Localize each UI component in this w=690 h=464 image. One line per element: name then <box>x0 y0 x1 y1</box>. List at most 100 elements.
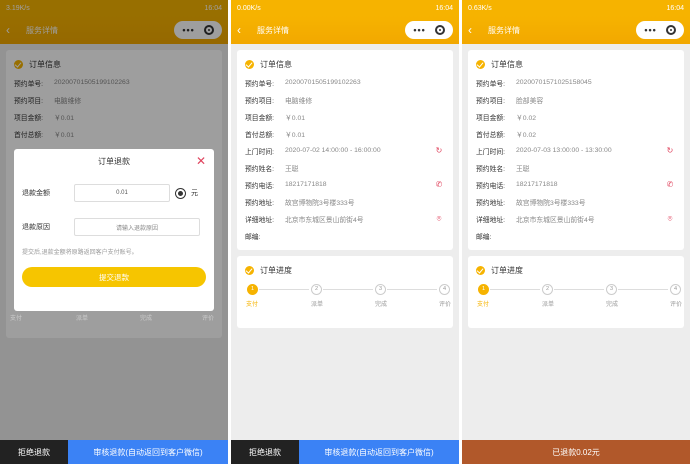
label: 预约单号: <box>476 80 506 88</box>
label: 预约电话: <box>476 182 506 190</box>
row-phone: 预约电话: 18217171818 ✆ <box>245 176 445 193</box>
progress-connector <box>554 289 604 290</box>
row-address: 预约地址: 故宫博物院3号楼333号 <box>245 193 445 210</box>
row-name: 预约姓名: 王聪 <box>245 159 445 176</box>
chevron-left-icon[interactable]: ‹ <box>468 23 482 37</box>
mini-program-capsule: ••• <box>405 21 453 39</box>
order-progress-card: 订单进度 1 2 3 4 支付 派单 完成 评价 <box>237 256 453 328</box>
row-phone: 预约电话: 18217171818 ✆ <box>476 176 676 193</box>
label: 预约项目: <box>476 97 506 105</box>
label: 上门时间: <box>245 148 275 156</box>
network-speed: 0.63K/s <box>468 4 492 12</box>
row-zip: 邮编: <box>476 227 676 244</box>
row-name: 预约姓名: 王聪 <box>476 159 676 176</box>
value: 2020-07-02 14:00:00 - 16:00:00 <box>285 147 381 154</box>
value: 北京市东城区景山前街4号 <box>285 216 364 224</box>
check-circle-icon <box>476 265 485 275</box>
reject-refund-button[interactable]: 拒绝退款 <box>231 440 299 464</box>
card-title: 订单进度 <box>260 265 292 275</box>
page-title: 服务详情 <box>257 25 289 35</box>
refunded-status-button[interactable]: 已退款0.02元 <box>462 440 690 464</box>
progress-label: 评价 <box>202 316 215 322</box>
approve-refund-button[interactable]: 审核退款(自动返回到客户微信) <box>299 440 459 464</box>
row-detail-address: 详细地址: 北京市东城区景山前街4号 ⌾ <box>476 210 676 227</box>
label: 首付总额: <box>245 131 275 139</box>
row-address: 预约地址: 故宫博物院3号楼333号 <box>476 193 676 210</box>
label: 预约地址: <box>245 199 275 207</box>
nav-bar: ‹ 服务详情 ••• <box>462 16 690 44</box>
progress-connector <box>618 289 668 290</box>
approve-refund-button[interactable]: 审核退款(自动返回到客户微信) <box>68 440 228 464</box>
value: 2020-07-03 13:00:00 - 13:30:00 <box>516 147 612 154</box>
clock: 16:04 <box>435 4 453 12</box>
card-header: 订单信息 <box>245 56 445 72</box>
close-icon[interactable]: ✕ <box>196 154 206 168</box>
row-prepay: 首付总额: ￥0.01 <box>245 125 445 142</box>
progress-step: 4 <box>439 284 450 295</box>
chevron-left-icon[interactable]: ‹ <box>237 23 251 37</box>
progress-step-active: 1 <box>247 284 258 295</box>
progress-label: 完成 <box>140 316 153 322</box>
value: ￥0.02 <box>516 131 537 139</box>
progress-step: 2 <box>542 284 553 295</box>
label: 预约单号: <box>245 80 275 88</box>
row-amount: 项目金额: ￥0.01 <box>245 108 445 125</box>
location-pin-icon[interactable]: ⌾ <box>664 214 676 224</box>
value: 20200701505199102263 <box>285 79 361 86</box>
location-pin-icon[interactable]: ⌾ <box>433 214 445 224</box>
page-title: 服务详情 <box>488 25 520 35</box>
close-mini-program-icon[interactable] <box>434 25 445 35</box>
progress-label: 支付 <box>476 302 489 308</box>
row-item: 预约项目: 电脑维修 <box>245 91 445 108</box>
submit-refund-button[interactable]: 提交退款 <box>22 267 206 287</box>
unit-label: 元 <box>191 190 198 197</box>
order-progress-card: 订单进度 1 2 3 4 支付 派单 完成 评价 <box>468 256 684 328</box>
label: 详细地址: <box>245 216 275 224</box>
more-dots-icon[interactable]: ••• <box>413 25 425 35</box>
row-detail-address: 详细地址: 北京市东城区景山前街4号 ⌾ <box>245 210 445 227</box>
label: 项目金额: <box>476 114 506 122</box>
progress-connector <box>387 289 437 290</box>
mini-program-capsule: ••• <box>636 21 684 39</box>
phone-icon[interactable]: ✆ <box>664 180 676 189</box>
value: ￥0.01 <box>285 131 306 139</box>
row-order-no: 预约单号: 20200701571025158045 <box>476 74 676 91</box>
value: 18217171818 <box>516 181 558 188</box>
progress-label: 派单 <box>310 302 323 308</box>
progress-step-active: 1 <box>478 284 489 295</box>
check-circle-icon <box>245 265 254 275</box>
value: 18217171818 <box>285 181 327 188</box>
card-header: 订单进度 <box>476 262 676 278</box>
refund-amount-input[interactable]: 0.01 <box>74 184 170 202</box>
check-circle-icon <box>476 59 485 69</box>
status-bar: 0.63K/s 16:04 <box>462 0 690 16</box>
more-dots-icon[interactable]: ••• <box>644 25 656 35</box>
phone-icon[interactable]: ✆ <box>433 180 445 189</box>
order-info-card: 订单信息 预约单号: 20200701505199102263 预约项目: 电脑维修… <box>237 50 453 250</box>
network-speed: 0.00K/s <box>237 4 261 12</box>
value: ￥0.02 <box>516 114 537 122</box>
row-visit-time: 上门时间: 2020-07-02 14:00:00 - 16:00:00 ↻ <box>245 142 445 159</box>
value: ￥0.01 <box>285 114 306 122</box>
value: 脸部美容 <box>516 97 544 105</box>
progress-steps: 1 2 3 4 支付 派单 完成 评价 <box>245 284 451 312</box>
close-mini-program-icon[interactable] <box>665 25 676 35</box>
progress-label: 派单 <box>76 316 89 322</box>
value: 王聪 <box>285 165 299 173</box>
refresh-icon[interactable]: ↻ <box>664 146 676 155</box>
radio-selected-icon[interactable] <box>176 188 185 198</box>
label: 预约姓名: <box>476 165 506 173</box>
progress-label: 完成 <box>374 302 387 308</box>
progress-connector <box>323 289 373 290</box>
refresh-icon[interactable]: ↻ <box>433 146 445 155</box>
label: 邮编: <box>245 233 261 241</box>
refund-reason-input[interactable]: 请输入退款原因 <box>74 218 200 236</box>
progress-step: 3 <box>375 284 386 295</box>
label: 邮编: <box>476 233 492 241</box>
phone-screen-refunded: 0.63K/s 16:04 ‹ 服务详情 ••• 订单信息 预约单号: 20200… <box>462 0 690 464</box>
row-visit-time: 上门时间: 2020-07-03 13:00:00 - 13:30:00 ↻ <box>476 142 676 159</box>
progress-label: 评价 <box>438 302 451 308</box>
order-info-card: 订单信息 预约单号: 20200701571025158045 预约项目: 脸部美容… <box>468 50 684 250</box>
value: 故宫博物院3号楼333号 <box>285 199 355 207</box>
reject-refund-button[interactable]: 拒绝退款 <box>0 440 68 464</box>
